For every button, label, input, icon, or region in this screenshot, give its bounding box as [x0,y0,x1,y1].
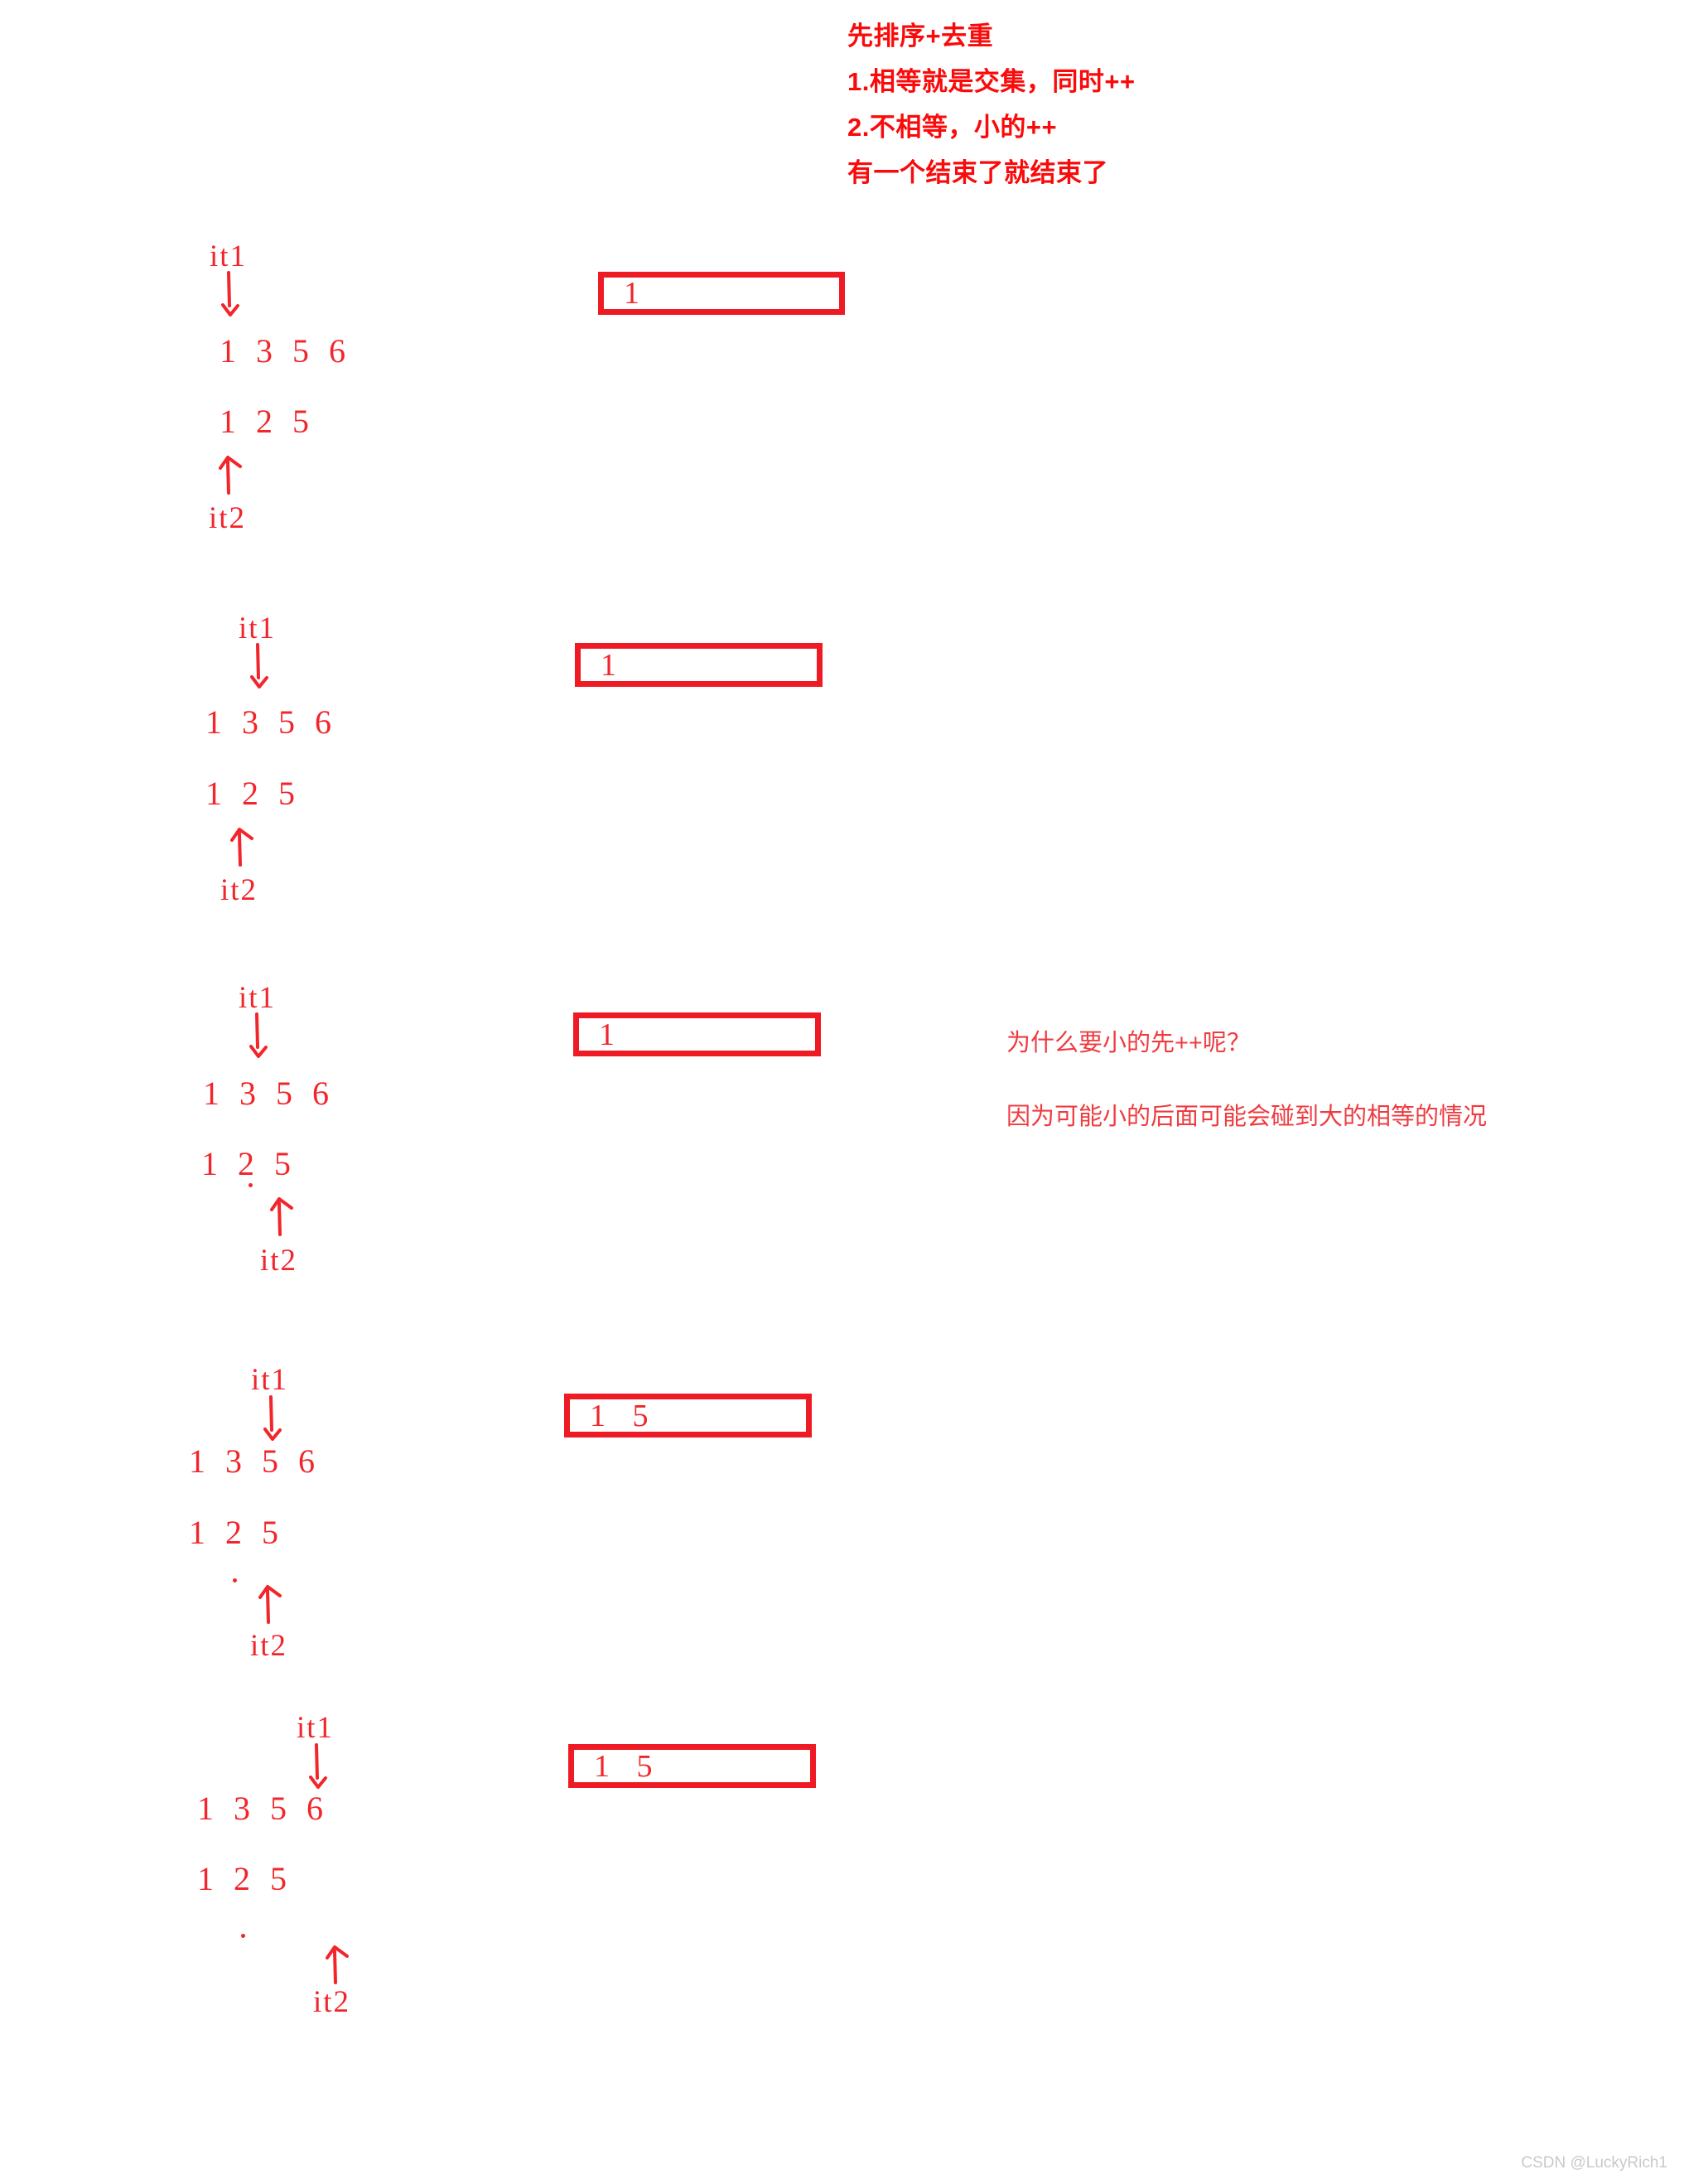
bottom-array-3: 1 2 5 [201,1148,311,1181]
top-array-3: 1 3 5 6 [203,1077,349,1110]
result-box-1: 1 [598,272,845,315]
top-cell: 1 [189,1442,205,1480]
it2-label: it2 [313,1985,351,2019]
top-cell: 3 [256,332,273,370]
bottom-cell: 1 [205,775,222,812]
side-note-question: 为什么要小的先++呢？ [1006,1030,1251,1056]
top-cell: 3 [234,1790,250,1827]
header-note-line-1: 先排序+去重 [847,22,994,51]
it1-down-arrow-icon [245,1012,280,1064]
result-box-5: 1 5 [568,1744,816,1788]
it2-label: it2 [209,501,247,535]
top-cell: 1 [205,703,222,741]
bottom-array-4: 1 2 5 [189,1516,298,1549]
bottom-array-2: 1 2 5 [205,777,315,810]
it1-label: it1 [210,239,248,273]
stray-dot-mark [248,1183,253,1187]
it2-label: it2 [250,1629,288,1663]
it2-up-arrow-icon [255,1574,290,1626]
it2-up-arrow-icon [267,1186,302,1238]
top-cell: 5 [262,1442,278,1480]
bottom-cell: 2 [234,1860,250,1897]
it2-up-arrow-icon [227,817,262,868]
result-box-2: 1 [575,643,823,687]
bottom-cell: 2 [238,1145,254,1182]
bottom-cell: 5 [270,1860,287,1897]
top-array-1: 1 3 5 6 [220,335,365,368]
bottom-cell: 5 [278,775,295,812]
bottom-cell: 2 [256,403,273,440]
bottom-cell: 1 [220,403,236,440]
it1-down-arrow-icon [246,643,281,694]
top-cell: 1 [197,1790,214,1827]
top-cell: 5 [270,1790,287,1827]
top-cell: 3 [225,1442,242,1480]
top-cell: 5 [292,332,309,370]
top-cell: 6 [298,1442,315,1480]
result-values: 1 5 [594,1748,654,1784]
bottom-array-1: 1 2 5 [220,405,329,438]
stray-dot-mark [241,1934,245,1938]
it1-label: it1 [239,981,277,1015]
top-cell: 6 [315,703,331,741]
top-array-2: 1 3 5 6 [205,706,351,739]
bottom-cell: 2 [242,775,258,812]
top-cell: 5 [278,703,295,741]
bottom-cell: 1 [197,1860,214,1897]
it1-down-arrow-icon [259,1395,294,1447]
header-note-line-3: 2.不相等，小的++ [847,113,1058,142]
side-note-answer: 因为可能小的后面可能会碰到大的相等的情况 [1006,1104,1488,1130]
bottom-cell: 5 [262,1514,278,1551]
header-note-line-2: 1.相等就是交集，同时++ [847,67,1136,96]
top-cell: 6 [312,1075,329,1112]
it2-up-arrow-icon [215,445,250,496]
top-cell: 3 [239,1075,256,1112]
it2-label: it2 [220,873,258,907]
stray-dot-mark [233,1578,237,1582]
top-array-4: 1 3 5 6 [189,1445,335,1478]
result-values: 1 [601,647,617,683]
top-cell: 6 [306,1790,323,1827]
it2-label: it2 [260,1244,298,1278]
result-box-4: 1 5 [564,1394,812,1437]
bottom-cell: 2 [225,1514,242,1551]
it2-up-arrow-icon [322,1935,357,1986]
it1-label: it1 [239,611,277,645]
top-cell: 3 [242,703,258,741]
top-array-5: 1 3 5 6 [197,1792,343,1825]
result-values: 1 [624,276,640,311]
top-cell: 5 [276,1075,292,1112]
bottom-array-5: 1 2 5 [197,1863,306,1896]
bottom-cell: 1 [201,1145,218,1182]
result-values: 1 5 [590,1398,649,1433]
top-cell: 6 [329,332,345,370]
result-values: 1 [599,1017,615,1052]
top-cell: 1 [203,1075,220,1112]
top-cell: 1 [220,332,236,370]
bottom-cell: 5 [274,1145,291,1182]
it1-down-arrow-icon [305,1743,340,1795]
result-box-3: 1 [573,1012,821,1056]
bottom-cell: 1 [189,1514,205,1551]
it1-label: it1 [297,1711,335,1745]
bottom-cell: 5 [292,403,309,440]
header-note: 先排序+去重 1.相等就是交集，同时++ 2.不相等，小的++ 有一个结束了就结… [847,13,1136,196]
csdn-watermark: CSDN @LuckyRich1 [1521,2154,1667,2172]
it1-down-arrow-icon [217,271,252,322]
header-note-line-4: 有一个结束了就结束了 [847,158,1108,187]
it1-label: it1 [251,1363,289,1397]
